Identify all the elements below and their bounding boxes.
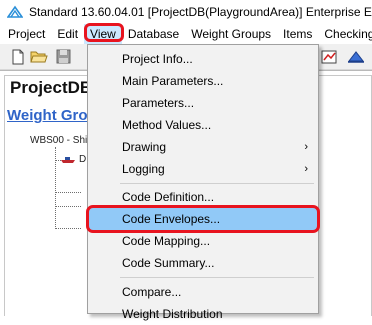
menu-item-method-values[interactable]: Method Values... xyxy=(89,114,318,136)
menu-separator xyxy=(120,183,314,184)
menu-item-label: Code Summary... xyxy=(122,256,215,270)
menu-project[interactable]: Project xyxy=(0,24,51,44)
tree-node-wbs00[interactable]: WBS00 - Ship xyxy=(30,135,93,146)
menu-item-compare[interactable]: Compare... xyxy=(89,281,318,303)
menu-bar: Project Edit View Database Weight Groups… xyxy=(0,24,372,44)
save-icon[interactable] xyxy=(54,48,72,65)
menu-item-label: Project Info... xyxy=(122,52,193,66)
project-title: ProjectDB xyxy=(10,78,93,97)
title-bar: Standard 13.60.04.01 [ProjectDB(Playgrou… xyxy=(0,0,372,25)
menu-item-label: Weight Distribution xyxy=(122,307,223,321)
menu-item-label: Main Parameters... xyxy=(122,74,224,88)
menu-weight-groups[interactable]: Weight Groups xyxy=(185,24,277,44)
open-folder-icon[interactable] xyxy=(30,48,48,65)
tree-connector xyxy=(55,192,81,193)
window-title: Standard 13.60.04.01 [ProjectDB(Playgrou… xyxy=(29,5,372,19)
menu-edit[interactable]: Edit xyxy=(51,24,84,44)
ship-icon xyxy=(61,157,75,163)
menu-item-label: Drawing xyxy=(122,140,167,154)
submenu-arrow-icon: › xyxy=(304,163,308,175)
chart-check-icon[interactable] xyxy=(321,48,339,65)
menu-item-label: Compare... xyxy=(122,285,182,299)
annotation-view-highlight xyxy=(84,23,124,42)
menu-item-project-info[interactable]: Project Info... xyxy=(89,48,318,70)
menu-checking[interactable]: Checking xyxy=(318,24,372,44)
view-menu-dropdown: Project Info... Main Parameters... Param… xyxy=(87,44,319,321)
tree-node-d[interactable]: D xyxy=(79,154,86,165)
tree-connector xyxy=(55,206,81,207)
ship-envelope-icon[interactable] xyxy=(347,48,365,65)
menu-item-parameters[interactable]: Parameters... xyxy=(89,92,318,114)
menu-item-label: Parameters... xyxy=(122,96,195,110)
submenu-arrow-icon: › xyxy=(304,141,308,153)
menu-item-label: Code Mapping... xyxy=(122,234,211,248)
menu-item-label: Logging xyxy=(122,162,165,176)
menu-database[interactable]: Database xyxy=(122,24,185,44)
menu-separator xyxy=(120,277,314,278)
menu-items[interactable]: Items xyxy=(277,24,318,44)
menu-item-main-parameters[interactable]: Main Parameters... xyxy=(89,70,318,92)
menu-item-code-mapping[interactable]: Code Mapping... xyxy=(89,230,318,252)
new-document-icon[interactable] xyxy=(9,48,27,65)
app-logo-icon xyxy=(7,5,23,18)
menu-item-label: Method Values... xyxy=(122,118,212,132)
tree-connector xyxy=(55,228,81,229)
menu-item-logging[interactable]: Logging › xyxy=(89,158,318,180)
menu-item-code-summary[interactable]: Code Summary... xyxy=(89,252,318,274)
annotation-code-envelopes-highlight xyxy=(86,205,320,233)
menu-item-weight-distribution[interactable]: Weight Distribution xyxy=(89,303,318,325)
menu-item-drawing[interactable]: Drawing › xyxy=(89,136,318,158)
